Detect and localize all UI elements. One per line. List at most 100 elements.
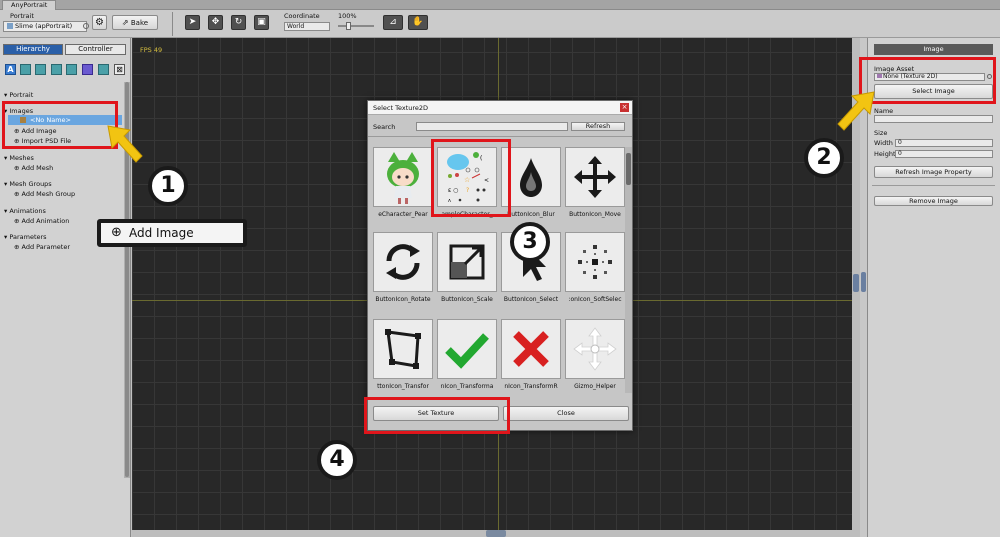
onion-skin-button[interactable]: ⊿	[383, 15, 403, 30]
filter-meshgroup-icon[interactable]	[66, 64, 77, 75]
tree-add-animation-label: Add Animation	[21, 217, 70, 225]
rotate-icon: ↻	[234, 17, 243, 27]
capture-button[interactable]: ✋	[408, 15, 428, 30]
scale-icon: ▣	[257, 17, 266, 27]
refresh-button[interactable]: Refresh	[571, 122, 625, 131]
portrait-label: Portrait	[10, 12, 34, 20]
tree-add-mesh[interactable]: ⊕ Add Mesh	[14, 164, 53, 172]
portrait-value: Slime (apPortrait)	[15, 22, 73, 30]
filter-image-icon[interactable]	[35, 64, 46, 75]
portrait-icon	[7, 23, 13, 29]
tile-label: ButtonIcon_Move	[569, 211, 621, 218]
right-splitter-thumb[interactable]	[861, 272, 866, 292]
tree-meshes[interactable]: ▾ Meshes	[4, 154, 34, 162]
step-marker-3: 3	[510, 222, 550, 262]
filter-mesh-icon[interactable]	[51, 64, 62, 75]
tab-hierarchy[interactable]: Hierarchy	[3, 44, 63, 55]
tile-label: :onIcon_SoftSelec	[568, 296, 622, 303]
tree-add-parameter[interactable]: ⊕ Add Parameter	[14, 243, 70, 251]
tree-mesh-groups[interactable]: ▾ Mesh Groups	[4, 180, 52, 188]
tree-add-animation[interactable]: ⊕ Add Animation	[14, 217, 69, 225]
bake-icon: ⇗	[121, 18, 129, 27]
rotate-arrows-icon	[386, 244, 420, 280]
close-button[interactable]: Close	[503, 406, 629, 421]
tree-portrait-label: Portrait	[9, 91, 34, 99]
tile-gizmo-helper[interactable]	[565, 319, 625, 379]
portrait-picker-icon[interactable]	[83, 23, 89, 29]
arrow-pointer-2	[837, 91, 875, 131]
tile-button-transform[interactable]	[373, 319, 433, 379]
portrait-field[interactable]: Slime (apPortrait)	[3, 21, 87, 32]
tile-button-soft-select[interactable]	[565, 232, 625, 292]
cursor-icon: ➤	[188, 17, 197, 27]
checkmark-icon	[445, 333, 489, 369]
dialog-divider	[368, 136, 632, 137]
tree-add-mesh-label: Add Mesh	[21, 164, 54, 172]
width-field[interactable]: 0	[895, 139, 993, 147]
toolbar-divider	[172, 12, 173, 36]
tab-controller[interactable]: Controller	[65, 44, 126, 55]
move-arrows-icon	[574, 156, 616, 198]
tile-label: nIcon_Transforma	[440, 383, 494, 390]
tree-animations[interactable]: ▾ Animations	[4, 207, 46, 215]
cross-icon	[513, 331, 549, 367]
dialog-scroll-thumb[interactable]	[626, 153, 631, 185]
bake-button[interactable]: ⇗ Bake	[112, 15, 158, 30]
filter-parameter-icon[interactable]	[98, 64, 109, 75]
rotate-tool-button[interactable]: ↻	[231, 15, 246, 30]
coordinate-select[interactable]: World	[284, 22, 330, 31]
tile-transform-apply[interactable]	[437, 319, 497, 379]
tile-label: ButtonIcon_Scale	[441, 296, 493, 303]
canvas-h-scroll-thumb[interactable]	[486, 530, 506, 537]
select-tool-button[interactable]: ➤	[185, 15, 200, 30]
canvas-v-scroll-thumb[interactable]	[853, 274, 859, 292]
transform-quad-icon	[385, 329, 421, 369]
width-label: Width	[874, 139, 893, 147]
tree-animations-label: Animations	[9, 207, 46, 215]
tree-parameters[interactable]: ▾ Parameters	[4, 233, 47, 241]
move-tool-button[interactable]: ✥	[208, 15, 223, 30]
zoom-slider-track[interactable]	[338, 25, 374, 27]
tile-button-move[interactable]	[565, 147, 625, 207]
dialog-close-icon[interactable]: ×	[620, 103, 629, 112]
tree-parameters-label: Parameters	[9, 233, 47, 241]
filter-close-icon[interactable]: ⊠	[114, 64, 125, 75]
highlight-select-image	[859, 57, 996, 104]
plus-icon: ⊕	[14, 164, 20, 172]
highlight-images-section	[2, 101, 118, 149]
tile-label: ButtonIcon_Rotate	[375, 296, 431, 303]
settings-button[interactable]: ⚙	[92, 15, 107, 30]
highlight-set-texture	[364, 397, 510, 434]
name-field[interactable]	[874, 115, 993, 123]
image-panel-header: Image	[874, 44, 993, 55]
highlight-texture-tile	[431, 139, 511, 217]
gizmo-helper-icon	[573, 327, 617, 371]
bake-label: Bake	[130, 19, 149, 27]
gear-icon: ⚙	[95, 17, 104, 28]
remove-image-button[interactable]: Remove Image	[874, 196, 993, 206]
search-input[interactable]	[416, 122, 568, 131]
right-panel: Image Image Asset None (Texture 2D) Sele…	[867, 38, 1000, 537]
tile-button-rotate[interactable]	[373, 232, 433, 292]
step-marker-2: 2	[804, 138, 844, 178]
tile-button-scale[interactable]	[437, 232, 497, 292]
scale-tool-button[interactable]: ▣	[254, 15, 269, 30]
zoom-slider-handle[interactable]	[346, 22, 351, 30]
tile-transform-revert[interactable]	[501, 319, 561, 379]
main-toolbar: Portrait Slime (apPortrait) ⚙ ⇗ Bake ➤ ✥…	[0, 10, 1000, 38]
filter-root-icon[interactable]	[20, 64, 31, 75]
coordinate-label: Coordinate	[284, 12, 320, 20]
tile-character-pear[interactable]	[373, 147, 433, 207]
tree-add-mesh-group[interactable]: ⊕ Add Mesh Group	[14, 190, 75, 198]
boot-icon: ⊿	[389, 17, 397, 27]
filter-animation-icon[interactable]	[82, 64, 93, 75]
right-divider	[872, 185, 995, 186]
step-marker-4: 4	[317, 440, 357, 480]
tree-portrait[interactable]: ▾ Portrait	[4, 91, 33, 99]
refresh-image-property-button[interactable]: Refresh Image Property	[874, 166, 993, 178]
height-field[interactable]: 0	[895, 150, 993, 158]
height-label: Height	[874, 150, 896, 158]
tile-label: ttonIcon_Transfor	[377, 383, 429, 390]
filter-all-icon[interactable]: A	[5, 64, 16, 75]
window-title-tab[interactable]: AnyPortrait	[2, 0, 57, 10]
